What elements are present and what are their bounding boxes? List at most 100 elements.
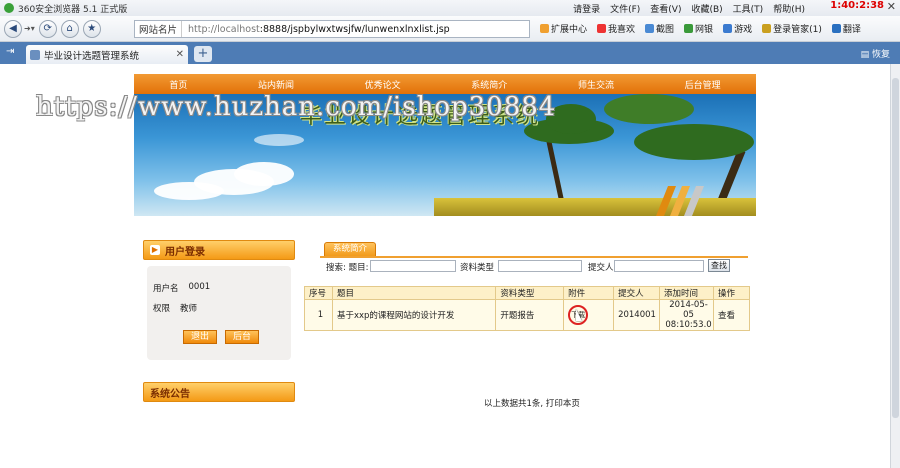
site-card-label[interactable]: 网站名片 — [135, 21, 183, 37]
nav-about[interactable]: 系统简介 — [471, 78, 507, 91]
url-path: :8888/jspbylwxtwsjfw/lunwenxlnxlist.jsp — [259, 23, 450, 35]
scrollbar-thumb[interactable] — [892, 78, 899, 418]
nav-papers[interactable]: 优秀论文 — [365, 78, 401, 91]
search-title-label: 搜索: 题目: — [326, 263, 369, 273]
menu-login[interactable]: 请登录 — [573, 2, 600, 15]
toolbar-games[interactable]: 游戏 — [723, 22, 752, 35]
nav-forum[interactable]: 师生交流 — [578, 78, 614, 91]
refresh-button[interactable]: ⟳ — [38, 19, 57, 38]
section-tab[interactable]: 系统简介 — [324, 242, 376, 256]
toolbar-bank[interactable]: 网银 — [684, 22, 713, 35]
toolbar-translate[interactable]: 翻译 — [831, 22, 861, 35]
role-label: 权限 — [153, 304, 171, 314]
cell-added-time: 2014-05-05 08:10:53.0 — [659, 299, 715, 331]
search-submitter-label: 提交人 — [588, 263, 614, 273]
toolbar-login-manager[interactable]: 登录管家(1) — [762, 22, 822, 35]
vertical-scrollbar[interactable] — [890, 64, 900, 468]
back-arrow-icon: ◀ — [9, 23, 17, 34]
scissors-icon — [645, 24, 655, 33]
search-type-label: 资料类型 — [460, 263, 495, 273]
mouse-cursor-icon — [576, 309, 582, 321]
nav-home[interactable]: 首页 — [169, 78, 187, 91]
search-submitter-input[interactable] — [614, 260, 704, 272]
logout-button[interactable]: 退出 — [183, 330, 217, 344]
address-bar[interactable]: 网站名片 http://localhost:8888/jspbylwxtwsjf… — [134, 20, 530, 38]
col-attachment: 附件 — [563, 286, 615, 300]
window-title: 360安全浏览器 5.1 正式版 — [18, 4, 128, 15]
cell-title: 基于xxp的课程网站的设计开发 — [331, 299, 497, 331]
cell-type: 开题报告 — [495, 299, 565, 331]
toolbar-like[interactable]: 我喜欢 — [597, 22, 635, 35]
restore-closed-tabs[interactable]: ▤ 恢复 — [861, 47, 890, 60]
back-button[interactable]: ◀ — [4, 19, 22, 38]
browser-toolbar-items: 扩展中心 我喜欢 截图 网银 游戏 登录管家(1) 翻译 — [540, 22, 861, 35]
key-icon — [762, 24, 772, 33]
clock-overlay: 1:40:2:38 — [830, 0, 884, 11]
cell-action: 查看 — [713, 299, 750, 331]
url-text[interactable]: http://localhost:8888/jspbylwxtwsjfw/lun… — [182, 24, 450, 35]
search-type-input[interactable] — [498, 260, 582, 272]
results-table: 序号 题目 资料类型 附件 提交人 添加时间 操作 1 基于xxp的课程网站的设… — [304, 286, 750, 331]
sidebar-toggle-icon[interactable]: ⇥ — [6, 46, 14, 57]
username-row: 用户名 0001 — [153, 282, 210, 294]
tab-title: 毕业设计选题管理系统 — [44, 50, 140, 62]
trash-icon: ▤ — [860, 50, 870, 60]
translate-icon — [831, 24, 841, 33]
menu-tools[interactable]: 工具(T) — [733, 2, 764, 15]
notice-panel-header: 系统公告 — [143, 382, 295, 402]
page-content: 首页 站内新闻 优秀论文 系统简介 师生交流 后台管理 毕业设计选题管理系统 h… — [0, 64, 890, 468]
login-panel-header: ▶ 用户登录 — [143, 240, 295, 260]
search-title-input[interactable] — [370, 260, 456, 272]
view-link[interactable]: 查看 — [718, 311, 735, 321]
col-action: 操作 — [713, 286, 750, 300]
new-tab-button[interactable]: + — [194, 46, 212, 62]
heart-icon — [597, 24, 607, 33]
star-icon: ★ — [87, 23, 97, 34]
close-window-icon[interactable]: ✕ — [887, 0, 896, 13]
url-host: http://localhost — [188, 23, 260, 35]
login-panel: 用户名 0001 权限 教师 退出 后台 — [147, 266, 291, 360]
role-row: 权限 教师 — [153, 302, 197, 314]
menu-favorites[interactable]: 收藏(B) — [691, 2, 722, 15]
username-label: 用户名 — [153, 284, 179, 294]
menu-help[interactable]: 帮助(H) — [773, 2, 805, 15]
title-bar: 360安全浏览器 5.1 正式版 请登录 文件(F) 查看(V) 收藏(B) 工… — [0, 0, 900, 16]
home-button[interactable]: ⌂ — [60, 19, 79, 38]
cell-attachment: 下载 — [563, 299, 615, 331]
toolbar-extensions[interactable]: 扩展中心 — [540, 22, 587, 35]
tab-strip: ⇥ 毕业设计选题管理系统 ✕ + ▤ 恢复 — [0, 42, 900, 64]
sidebar: ▶ 用户登录 用户名 0001 权限 教师 退出 后台 系统公告 — [143, 240, 295, 402]
search-button[interactable]: 查找 — [708, 259, 730, 272]
cell-submitter: 2014001 — [613, 299, 661, 331]
refresh-icon: ⟳ — [43, 23, 52, 34]
banner-cloud — [234, 162, 294, 186]
navigation-toolbar: ◀ ➜▾ ⟳ ⌂ ★ 网站名片 http://localhost:8888/js… — [0, 16, 900, 42]
admin-button[interactable]: 后台 — [225, 330, 259, 344]
nav-admin[interactable]: 后台管理 — [685, 78, 721, 91]
nav-news[interactable]: 站内新闻 — [258, 78, 294, 91]
banner-stripes — [656, 186, 704, 216]
tab-close-icon[interactable]: ✕ — [176, 49, 184, 60]
site-nav: 首页 站内新闻 优秀论文 系统简介 师生交流 后台管理 — [134, 74, 756, 94]
page-favicon-icon — [30, 49, 40, 60]
section-divider — [320, 256, 748, 258]
col-title: 题目 — [331, 286, 497, 300]
cell-index: 1 — [304, 299, 333, 331]
tab-active[interactable]: 毕业设计选题管理系统 ✕ — [26, 45, 188, 64]
col-index: 序号 — [304, 286, 333, 300]
login-actions: 退出 后台 — [183, 330, 259, 344]
col-added-time: 添加时间 — [659, 286, 715, 300]
banner-cloud — [254, 134, 304, 146]
home-icon: ⌂ — [66, 23, 73, 34]
favorite-star-button[interactable]: ★ — [82, 19, 101, 38]
menu-bar: 请登录 文件(F) 查看(V) 收藏(B) 工具(T) 帮助(H) — [573, 2, 805, 15]
forward-button[interactable]: ➜▾ — [24, 24, 35, 33]
bank-icon — [684, 24, 694, 33]
menu-view[interactable]: 查看(V) — [650, 2, 681, 15]
col-submitter: 提交人 — [613, 286, 661, 300]
added-clock: 08:10:53.0 — [665, 320, 712, 330]
table-row: 1 基于xxp的课程网站的设计开发 开题报告 下载 2014001 2014-0… — [304, 299, 750, 331]
toolbar-screenshot[interactable]: 截图 — [645, 22, 674, 35]
menu-file[interactable]: 文件(F) — [610, 2, 640, 15]
username-value: 0001 — [188, 282, 211, 292]
